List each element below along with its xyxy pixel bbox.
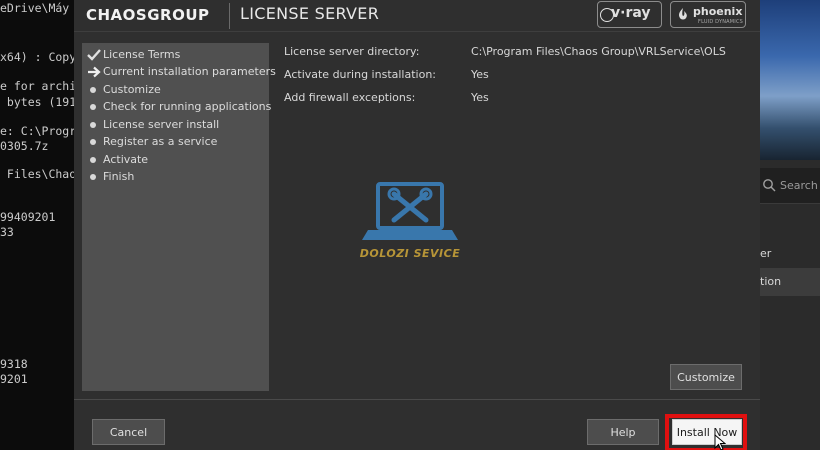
step-label: License server install bbox=[103, 118, 220, 131]
step-register-as-service: Register as a service bbox=[82, 134, 269, 151]
bullet-icon bbox=[90, 174, 96, 180]
step-license-server-install: License server install bbox=[82, 117, 269, 134]
background-console: eDrive\Máy tín x64) : Copyr e for archiv… bbox=[0, 0, 80, 450]
param-key: Add firewall exceptions: bbox=[284, 91, 416, 104]
background-search-box[interactable]: Search W bbox=[760, 168, 820, 204]
bullet-icon bbox=[90, 157, 96, 163]
step-license-terms: License Terms bbox=[82, 47, 269, 64]
checkmark-icon bbox=[87, 49, 101, 61]
param-license-server-directory: License server directory: C:\Program Fil… bbox=[284, 45, 744, 61]
step-current-installation-parameters: Current installation parameters bbox=[82, 64, 276, 81]
phoenix-logo-subtitle: FLUID DYNAMICS bbox=[698, 19, 744, 25]
step-label: Customize bbox=[103, 83, 161, 96]
param-activate-during-installation: Activate during installation: Yes bbox=[284, 68, 744, 84]
step-check-running-applications: Check for running applications bbox=[82, 99, 272, 116]
help-button[interactable]: Help bbox=[587, 419, 659, 445]
installer-window: CHAOSGROUP LICENSE SERVER v·ray phoenix … bbox=[74, 0, 760, 450]
param-value: Yes bbox=[471, 91, 489, 104]
installer-header: CHAOSGROUP LICENSE SERVER v·ray phoenix … bbox=[74, 0, 760, 32]
cancel-button[interactable]: Cancel bbox=[92, 419, 165, 445]
param-add-firewall-exceptions: Add firewall exceptions: Yes bbox=[284, 91, 744, 107]
param-value: Yes bbox=[471, 68, 489, 81]
step-activate: Activate bbox=[82, 152, 269, 169]
console-line: e for archiv bbox=[0, 79, 80, 93]
param-key: License server directory: bbox=[284, 45, 420, 58]
console-line: 9318 bbox=[0, 357, 28, 371]
step-label: Finish bbox=[103, 170, 135, 183]
bullet-icon bbox=[90, 104, 96, 110]
console-line: x64) : Copyr bbox=[0, 50, 80, 64]
steps-panel: License Terms Current installation param… bbox=[82, 43, 276, 391]
console-line: 33 bbox=[0, 225, 14, 239]
mouse-cursor-icon bbox=[714, 434, 726, 450]
console-line: 99409201 bbox=[0, 210, 56, 224]
installer-title: LICENSE SERVER bbox=[240, 4, 380, 23]
param-key: Activate during installation: bbox=[284, 68, 437, 81]
step-label: Current installation parameters bbox=[103, 65, 276, 78]
background-window: Search W er tion bbox=[760, 0, 820, 450]
step-label: Register as a service bbox=[103, 135, 218, 148]
param-value: C:\Program Files\Chaos Group\VRLService\… bbox=[471, 45, 726, 58]
vray-logo: v·ray bbox=[597, 1, 662, 28]
console-line: 0305.7z bbox=[0, 139, 49, 153]
desktop-wallpaper bbox=[760, 0, 820, 160]
bullet-icon bbox=[90, 139, 96, 145]
background-list-item-selected[interactable]: tion bbox=[760, 268, 820, 296]
laptop-tools-icon bbox=[362, 182, 458, 240]
step-customize: Customize bbox=[82, 82, 269, 99]
console-line: bytes (191 bbox=[0, 95, 77, 109]
arrow-right-icon bbox=[88, 66, 101, 78]
bullet-icon bbox=[90, 122, 96, 128]
watermark: DOLOZI SEVICE bbox=[350, 180, 470, 270]
install-now-button[interactable]: Install Now bbox=[672, 419, 742, 445]
search-icon bbox=[763, 179, 776, 192]
watermark-text: DOLOZI SEVICE bbox=[359, 247, 461, 260]
header-divider bbox=[229, 3, 230, 29]
search-placeholder: Search W bbox=[780, 179, 820, 192]
console-line: e: C:\Progra bbox=[0, 124, 80, 138]
chaosgroup-logo: CHAOSGROUP bbox=[86, 6, 210, 24]
customize-button[interactable]: Customize bbox=[670, 364, 742, 390]
console-line: Files\Chaos bbox=[0, 167, 80, 181]
step-label: Activate bbox=[103, 153, 149, 166]
phoenix-flame-icon bbox=[679, 8, 687, 20]
console-line: eDrive\Máy tín bbox=[0, 1, 80, 15]
phoenix-logo-text: phoenix bbox=[693, 5, 743, 18]
step-label: Check for running applications bbox=[103, 100, 272, 113]
background-list-item[interactable]: er bbox=[760, 240, 820, 268]
vray-logo-text: v·ray bbox=[611, 5, 651, 21]
phoenix-logo: phoenix FLUID DYNAMICS bbox=[670, 1, 746, 28]
bullet-icon bbox=[90, 87, 96, 93]
step-label: License Terms bbox=[103, 48, 181, 61]
console-line: 9201 bbox=[0, 372, 28, 386]
step-finish: Finish bbox=[82, 169, 269, 186]
installer-footer: Cancel Help Install Now bbox=[74, 399, 760, 450]
